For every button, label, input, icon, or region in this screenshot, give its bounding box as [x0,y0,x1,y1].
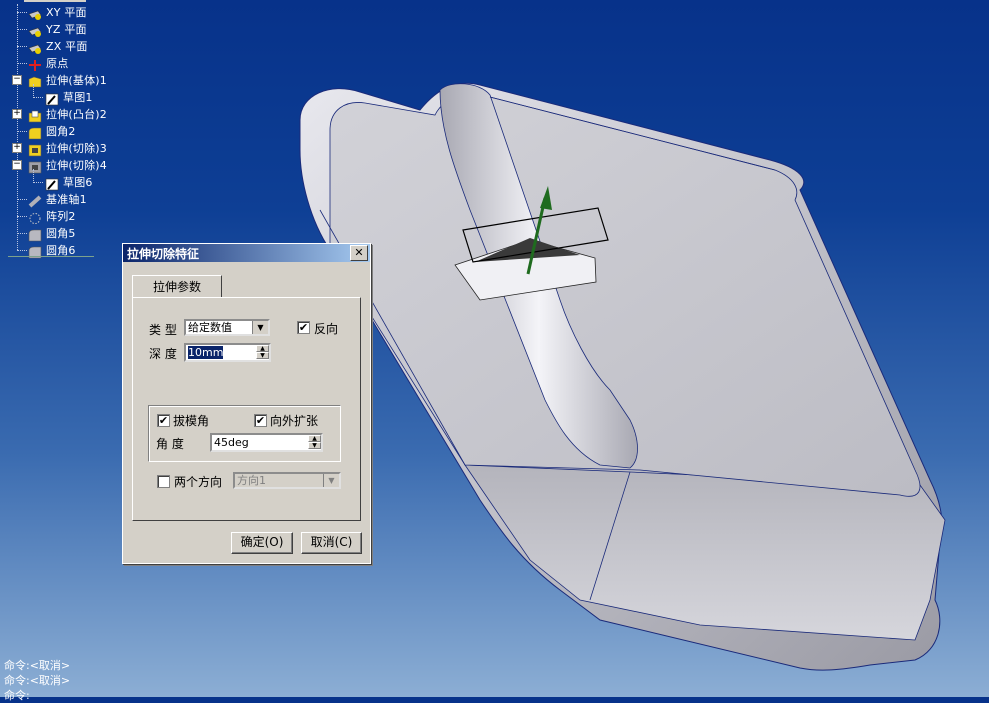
extrude-cut-icon [28,159,42,173]
fillet-icon [28,227,42,241]
plane-icon [28,6,42,20]
tree-item-extrude-base-1[interactable]: 拉伸(基体)1 [28,72,107,88]
plane-icon [28,23,42,37]
draft-label: 拔模角 [173,414,210,428]
spin-up-icon[interactable]: ▲ [308,435,321,442]
two-directions-label: 两个方向 [174,475,223,489]
draft-checkbox[interactable]: ✔ [157,414,170,427]
command-line-1: 命令:<取消> [4,659,71,672]
command-line-3: 命令: [4,689,30,702]
reverse-label: 反向 [314,322,339,336]
tree-item-zx-plane[interactable]: ZX 平面 [28,38,88,54]
chevron-down-icon: ▼ [323,474,339,487]
direction-select: 方向1 ▼ [233,472,341,489]
angle-input[interactable]: 45deg ▲ ▼ [210,433,323,452]
tree-item-sketch-1[interactable]: 草图1 [45,89,93,105]
tree-root-highlight [24,0,86,2]
collapse-icon[interactable]: − [12,160,22,170]
tree-item-pattern-2[interactable]: 阵列2 [28,208,76,224]
pattern-icon [28,210,42,224]
expand-icon[interactable]: + [12,109,22,119]
depth-label: 深 度 [149,347,177,361]
expand-icon[interactable]: + [12,143,22,153]
tree-item-yz-plane[interactable]: YZ 平面 [28,21,87,37]
angle-spinner[interactable]: ▲ ▼ [308,435,321,450]
reverse-checkbox[interactable]: ✔ [297,321,310,334]
extrude-boss-icon [28,108,42,122]
plane-icon [28,40,42,54]
depth-value: 10mm [188,346,224,359]
tree-item-fillet-2[interactable]: 圆角2 [28,123,76,139]
extrude-cut-icon [28,142,42,156]
tree-item-datum-axis-1[interactable]: 基准轴1 [28,191,87,207]
angle-value: 45deg [214,436,249,449]
command-line-2: 命令:<取消> [4,674,71,687]
tree-item-extrude-boss-2[interactable]: 拉伸(凸台)2 [28,106,107,122]
tree-item-extrude-cut-4[interactable]: 拉伸(切除)4 [28,157,107,173]
sketch-icon [45,176,59,190]
direction-select-value: 方向1 [237,474,266,487]
outward-label: 向外扩张 [270,414,319,428]
tree-item-origin[interactable]: 原点 [28,55,68,71]
tree-divider [8,256,94,257]
fillet-icon [28,125,42,139]
sketch-icon [45,91,59,105]
tree-item-fillet-5[interactable]: 圆角5 [28,225,76,241]
collapse-icon[interactable]: − [12,75,22,85]
angle-label: 角 度 [156,437,184,451]
spin-down-icon[interactable]: ▼ [308,442,321,449]
two-directions-checkbox[interactable] [157,475,170,488]
tree-item-extrude-cut-3[interactable]: 拉伸(切除)3 [28,140,107,156]
feature-tree: XY 平面 YZ 平面 ZX 平面 原点 − 拉伸(基体)1 草图1 + 拉伸(… [0,0,120,260]
dialog-titlebar[interactable]: 拉伸切除特征 ✕ [123,244,370,262]
spin-down-icon[interactable]: ▼ [256,352,269,359]
origin-icon [28,57,42,71]
dialog-title: 拉伸切除特征 [127,246,200,261]
spin-up-icon[interactable]: ▲ [256,345,269,352]
axis-icon [28,193,42,207]
fillet-icon [28,244,42,258]
cancel-button[interactable]: 取消(C) [301,532,362,554]
outward-checkbox[interactable]: ✔ [254,414,267,427]
tree-item-sketch-6[interactable]: 草图6 [45,174,93,190]
type-select[interactable]: 给定数值 ▼ [184,319,270,336]
tree-item-xy-plane[interactable]: XY 平面 [28,4,87,20]
extrude-cut-dialog: 拉伸切除特征 ✕ 拉伸参数 类 型 给定数值 ▼ ✔ 反向 深 度 10mm ▲… [122,243,371,564]
type-select-value: 给定数值 [188,321,232,334]
depth-input[interactable]: 10mm ▲ ▼ [184,343,271,362]
ok-button[interactable]: 确定(O) [231,532,293,554]
extrude-base-icon [28,74,42,87]
tab-extrude-params[interactable]: 拉伸参数 [132,275,222,298]
close-button[interactable]: ✕ [350,245,368,261]
type-label: 类 型 [149,323,177,337]
chevron-down-icon[interactable]: ▼ [252,321,268,334]
depth-spinner[interactable]: ▲ ▼ [256,345,269,360]
